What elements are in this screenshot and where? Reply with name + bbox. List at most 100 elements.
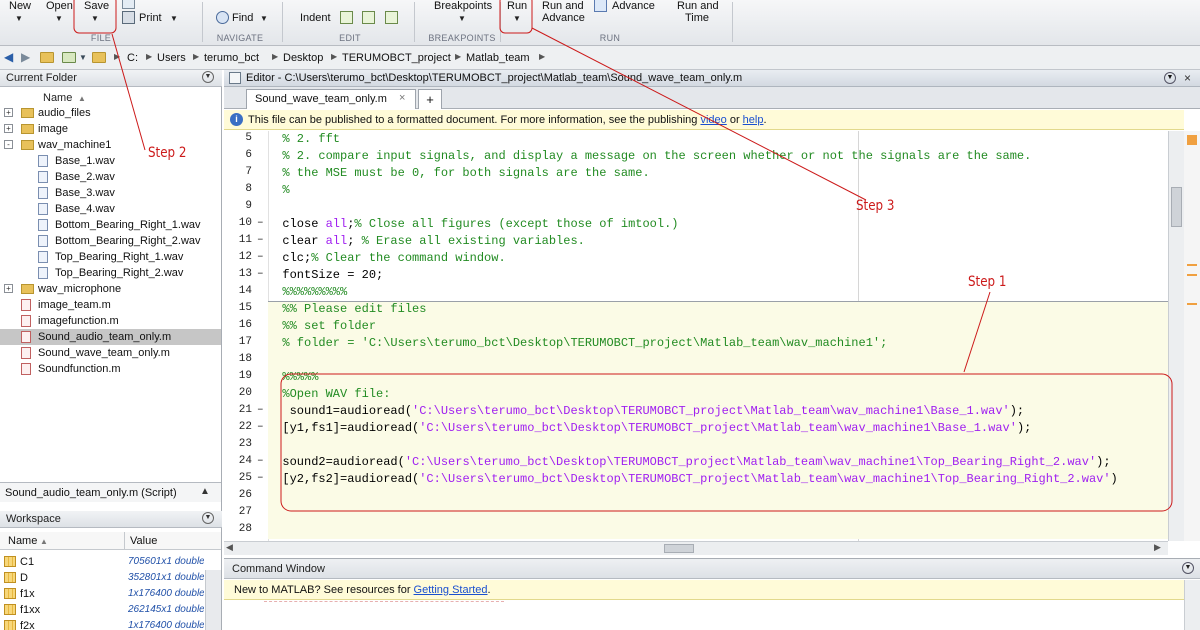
find-dropdown-icon[interactable]: ▼: [260, 14, 268, 23]
back-arrow-icon[interactable]: ◀: [4, 50, 13, 64]
line-number[interactable]: 23: [224, 438, 252, 450]
print-dropdown-icon[interactable]: ▼: [170, 14, 178, 23]
find-button[interactable]: Find: [232, 12, 253, 24]
video-link[interactable]: video: [700, 114, 726, 126]
breakpoint-slot[interactable]: –: [257, 268, 264, 280]
line-number[interactable]: 5: [224, 132, 252, 144]
breadcrumb-users[interactable]: Users: [157, 52, 186, 64]
close-tab-icon[interactable]: ×: [399, 92, 405, 104]
file-item[interactable]: Base_3.wav: [0, 185, 221, 201]
line-number[interactable]: 26: [224, 489, 252, 501]
save-button[interactable]: Save: [84, 0, 109, 12]
run-and-advance-button[interactable]: Run and: [542, 0, 584, 12]
code-line[interactable]: 16 %% set folder: [224, 318, 1168, 335]
printer-icon[interactable]: [122, 11, 135, 24]
line-number[interactable]: 14: [224, 285, 252, 297]
up-folder-icon[interactable]: [40, 52, 54, 63]
line-number[interactable]: 18: [224, 353, 252, 365]
breakpoint-slot[interactable]: –: [257, 234, 264, 246]
line-number[interactable]: 27: [224, 506, 252, 518]
sort-ascending-icon[interactable]: ▲: [40, 537, 48, 546]
compare-icon[interactable]: [122, 0, 135, 9]
workspace-col-value[interactable]: Value: [130, 535, 157, 547]
expand-icon[interactable]: +: [4, 124, 13, 133]
file-item[interactable]: Soundfunction.m: [0, 361, 221, 377]
warning-marker[interactable]: [1187, 303, 1197, 305]
warning-marker[interactable]: [1187, 264, 1197, 266]
getting-started-link[interactable]: Getting Started: [414, 584, 488, 596]
workspace-col-name[interactable]: Name: [8, 535, 37, 547]
file-item[interactable]: Base_2.wav: [0, 169, 221, 185]
line-number[interactable]: 19: [224, 370, 252, 382]
breakpoint-slot[interactable]: –: [257, 455, 264, 467]
code-line[interactable]: 21– sound1=audioread('C:\Users\terumo_bc…: [224, 403, 1168, 420]
indent-button[interactable]: Indent: [300, 12, 331, 24]
code-analyzer-status-icon[interactable]: [1187, 135, 1197, 145]
breadcrumb-terumo-bct[interactable]: terumo_bct: [204, 52, 259, 64]
folder-item[interactable]: + audio_files: [0, 105, 221, 121]
folder-item[interactable]: + wav_microphone: [0, 281, 221, 297]
line-number[interactable]: 25: [224, 472, 252, 484]
name-column-header[interactable]: Name: [43, 92, 72, 104]
code-line[interactable]: 26: [224, 488, 1168, 505]
code-line[interactable]: 6 % 2. compare input signals, and displa…: [224, 148, 1168, 165]
breakpoint-slot[interactable]: –: [257, 472, 264, 484]
line-number[interactable]: 7: [224, 166, 252, 178]
code-line[interactable]: 27: [224, 505, 1168, 522]
editor-actions-icon[interactable]: ▼: [1164, 72, 1176, 84]
breakpoints-dropdown-icon[interactable]: ▼: [458, 14, 466, 23]
breadcrumb-desktop[interactable]: Desktop: [283, 52, 323, 64]
code-line[interactable]: 13– fontSize = 20;: [224, 267, 1168, 284]
forward-arrow-icon[interactable]: ▶: [21, 50, 30, 64]
command-window-options-icon[interactable]: ▼: [1182, 562, 1194, 574]
breakpoints-button[interactable]: Breakpoints: [434, 0, 492, 12]
breadcrumb-c[interactable]: C:: [127, 52, 138, 64]
new-button[interactable]: New: [9, 0, 31, 12]
line-number[interactable]: 16: [224, 319, 252, 331]
line-number[interactable]: 8: [224, 183, 252, 195]
folder-item[interactable]: + image: [0, 121, 221, 137]
breadcrumb-matlab-team[interactable]: Matlab_team: [466, 52, 530, 64]
code-line[interactable]: 7 % the MSE must be 0, for both signals …: [224, 165, 1168, 182]
expand-details-icon[interactable]: ▲: [200, 486, 210, 497]
breakpoint-slot[interactable]: –: [257, 251, 264, 263]
file-item[interactable]: Sound_wave_team_only.m: [0, 345, 221, 361]
line-number[interactable]: 11: [224, 234, 252, 246]
line-number[interactable]: 17: [224, 336, 252, 348]
sort-ascending-icon[interactable]: ▲: [78, 94, 86, 103]
run-and-time-button-line2[interactable]: Time: [685, 12, 709, 24]
scroll-right-icon[interactable]: ▶: [1154, 542, 1161, 553]
line-number[interactable]: 12: [224, 251, 252, 263]
scrollbar-thumb[interactable]: [664, 544, 694, 553]
code-line[interactable]: 9: [224, 199, 1168, 216]
code-line[interactable]: 12– clc;% Clear the command window.: [224, 250, 1168, 267]
new-dropdown-icon[interactable]: ▼: [15, 14, 23, 23]
expand-icon[interactable]: +: [4, 284, 13, 293]
advance-icon[interactable]: [594, 0, 607, 12]
line-number[interactable]: 10: [224, 217, 252, 229]
warning-marker[interactable]: [1187, 274, 1197, 276]
breakpoint-slot[interactable]: –: [257, 421, 264, 433]
line-number[interactable]: 21: [224, 404, 252, 416]
scroll-left-icon[interactable]: ◀: [226, 542, 233, 553]
line-number[interactable]: 24: [224, 455, 252, 467]
save-dropdown-icon[interactable]: ▼: [91, 14, 99, 23]
workspace-options-icon[interactable]: ▼: [202, 512, 214, 524]
run-button[interactable]: Run: [507, 0, 527, 12]
expand-icon[interactable]: +: [4, 108, 13, 117]
code-line[interactable]: 10– close all;% Close all figures (excep…: [224, 216, 1168, 233]
file-item[interactable]: Top_Bearing_Right_1.wav: [0, 249, 221, 265]
file-item[interactable]: Sound_audio_team_only.m: [0, 329, 221, 345]
breadcrumb-terumobct-project[interactable]: TERUMOBCT_project: [342, 52, 451, 64]
code-line[interactable]: 20 %Open WAV file:: [224, 386, 1168, 403]
code-line[interactable]: 17 % folder = 'C:\Users\terumo_bct\Deskt…: [224, 335, 1168, 352]
code-editor[interactable]: 5 % 2. fft 6 % 2. compare input signals, …: [224, 131, 1168, 541]
advance-button[interactable]: Advance: [612, 0, 655, 12]
code-line[interactable]: 28: [224, 522, 1168, 539]
file-item[interactable]: Bottom_Bearing_Right_2.wav: [0, 233, 221, 249]
code-line[interactable]: 23: [224, 437, 1168, 454]
file-item[interactable]: Bottom_Bearing_Right_1.wav: [0, 217, 221, 233]
run-and-time-button[interactable]: Run and: [677, 0, 719, 12]
code-line[interactable]: 8 %: [224, 182, 1168, 199]
help-link[interactable]: help: [743, 114, 764, 126]
